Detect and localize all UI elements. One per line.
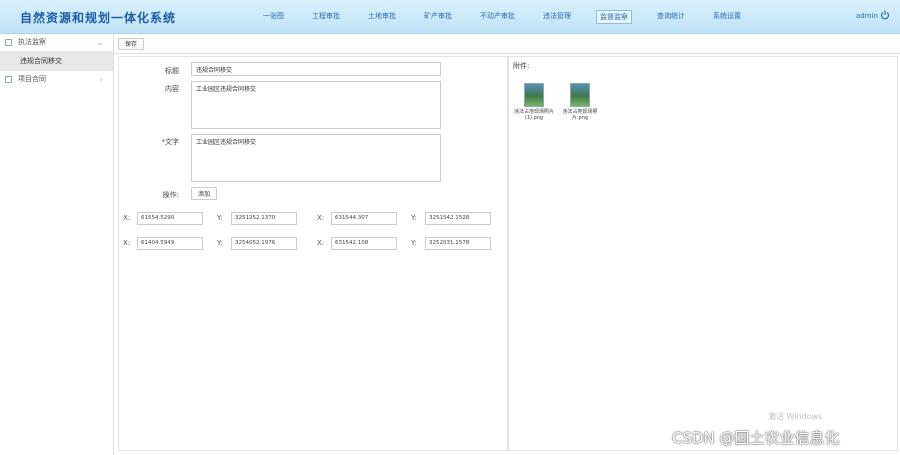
operation-label: 操作: bbox=[162, 191, 179, 199]
attachment-file[interactable]: 违法占地现场照片.png bbox=[559, 83, 601, 121]
main-content: 保存 标题 违规合同移交 内容 工业园区违规合同移交 *文字 工业园区违规合同移… bbox=[114, 34, 900, 455]
content-textarea[interactable]: 工业园区违规合同移交 bbox=[191, 81, 441, 129]
attachment-file-name: 违法占地现场照片(1).png bbox=[513, 109, 554, 121]
add-button[interactable]: 添加 bbox=[191, 187, 218, 200]
title-label: 标题 bbox=[165, 67, 179, 75]
content-label: 内容 bbox=[165, 85, 179, 93]
nav-item-engineering[interactable]: 工程审批 bbox=[309, 10, 343, 24]
attachment-panel: 附件: 违法占地现场照片(1).png 违法占地现场照片.png bbox=[508, 56, 898, 451]
coord-x-field[interactable]: 631544.307 bbox=[331, 212, 397, 225]
user-name[interactable]: admin bbox=[856, 12, 878, 20]
nav-item-supervision[interactable]: 监督监察 bbox=[596, 10, 632, 24]
image-file-icon bbox=[524, 83, 544, 107]
save-button[interactable]: 保存 bbox=[118, 38, 145, 50]
chevron-down-icon: ⌄ bbox=[96, 38, 103, 47]
sidebar-subitem-contract-transfer[interactable]: 违规合同移交 bbox=[0, 51, 113, 71]
image-file-icon bbox=[570, 83, 590, 107]
x-label: X: bbox=[123, 239, 131, 247]
sidebar-item-label: 项目合同 bbox=[18, 75, 46, 83]
folder-icon bbox=[5, 39, 12, 46]
nav-item-query[interactable]: 查询统计 bbox=[654, 10, 688, 24]
x-label: X: bbox=[317, 239, 325, 247]
x-label: X: bbox=[317, 214, 325, 222]
coord-x-field[interactable]: 61404.5949 bbox=[137, 237, 203, 250]
windows-activation-watermark: 激活 Windows bbox=[768, 412, 823, 421]
sidebar: 执法监察 ⌄ 违规合同移交 项目合同 › bbox=[0, 34, 114, 455]
y-label: Y: bbox=[217, 214, 223, 222]
coord-x-field[interactable]: 631542.108 bbox=[331, 237, 397, 250]
remark-label: *文字 bbox=[161, 138, 180, 146]
y-label: Y: bbox=[411, 239, 417, 247]
chevron-right-icon: › bbox=[99, 75, 103, 84]
power-icon[interactable] bbox=[880, 10, 890, 20]
sidebar-item-enforcement[interactable]: 执法监察 ⌄ bbox=[0, 34, 113, 51]
nav-item-settings[interactable]: 系统设置 bbox=[710, 10, 744, 24]
y-label: Y: bbox=[411, 214, 417, 222]
coord-y-field[interactable]: 3252031.1578 bbox=[425, 237, 491, 250]
remark-textarea[interactable]: 工业园区违规合同移交 bbox=[191, 134, 441, 182]
coord-y-field[interactable]: 3251252.1370 bbox=[231, 212, 297, 225]
app-title: 自然资源和规划一体化系统 bbox=[20, 11, 177, 25]
csdn-watermark: CSDN @国土农业信息化 bbox=[672, 429, 840, 447]
attachment-file-name: 违法占地现场照片.png bbox=[562, 109, 598, 121]
nav-item-violation[interactable]: 违法管理 bbox=[540, 10, 574, 24]
nav-item-realestate[interactable]: 不动产审批 bbox=[477, 10, 518, 24]
app-header: 自然资源和规划一体化系统 一张图 工程审批 土地审批 矿产审批 不动产审批 违法… bbox=[0, 0, 900, 34]
nav-item-mineral[interactable]: 矿产审批 bbox=[421, 10, 455, 24]
title-input[interactable]: 违规合同移交 bbox=[191, 62, 441, 76]
attachment-file[interactable]: 违法占地现场照片(1).png bbox=[513, 83, 555, 121]
nav-item-land[interactable]: 土地审批 bbox=[365, 10, 399, 24]
sidebar-item-project-contract[interactable]: 项目合同 › bbox=[0, 71, 113, 88]
nav-item-map[interactable]: 一张图 bbox=[260, 10, 287, 24]
coord-y-field[interactable]: 3254052.1976 bbox=[231, 237, 297, 250]
sidebar-item-label: 执法监察 bbox=[18, 38, 46, 46]
coord-y-field[interactable]: 3251542.1528 bbox=[425, 212, 491, 225]
y-label: Y: bbox=[217, 239, 223, 247]
attachment-title: 附件: bbox=[513, 62, 530, 70]
folder-icon bbox=[5, 76, 12, 83]
coord-x-field[interactable]: 61554.5290 bbox=[137, 212, 203, 225]
form-panel: 标题 违规合同移交 内容 工业园区违规合同移交 *文字 工业园区违规合同移交 操… bbox=[118, 56, 508, 451]
top-nav: 一张图 工程审批 土地审批 矿产审批 不动产审批 违法管理 监督监察 查询统计 … bbox=[260, 10, 766, 24]
x-label: X: bbox=[123, 214, 131, 222]
divider bbox=[114, 53, 900, 54]
